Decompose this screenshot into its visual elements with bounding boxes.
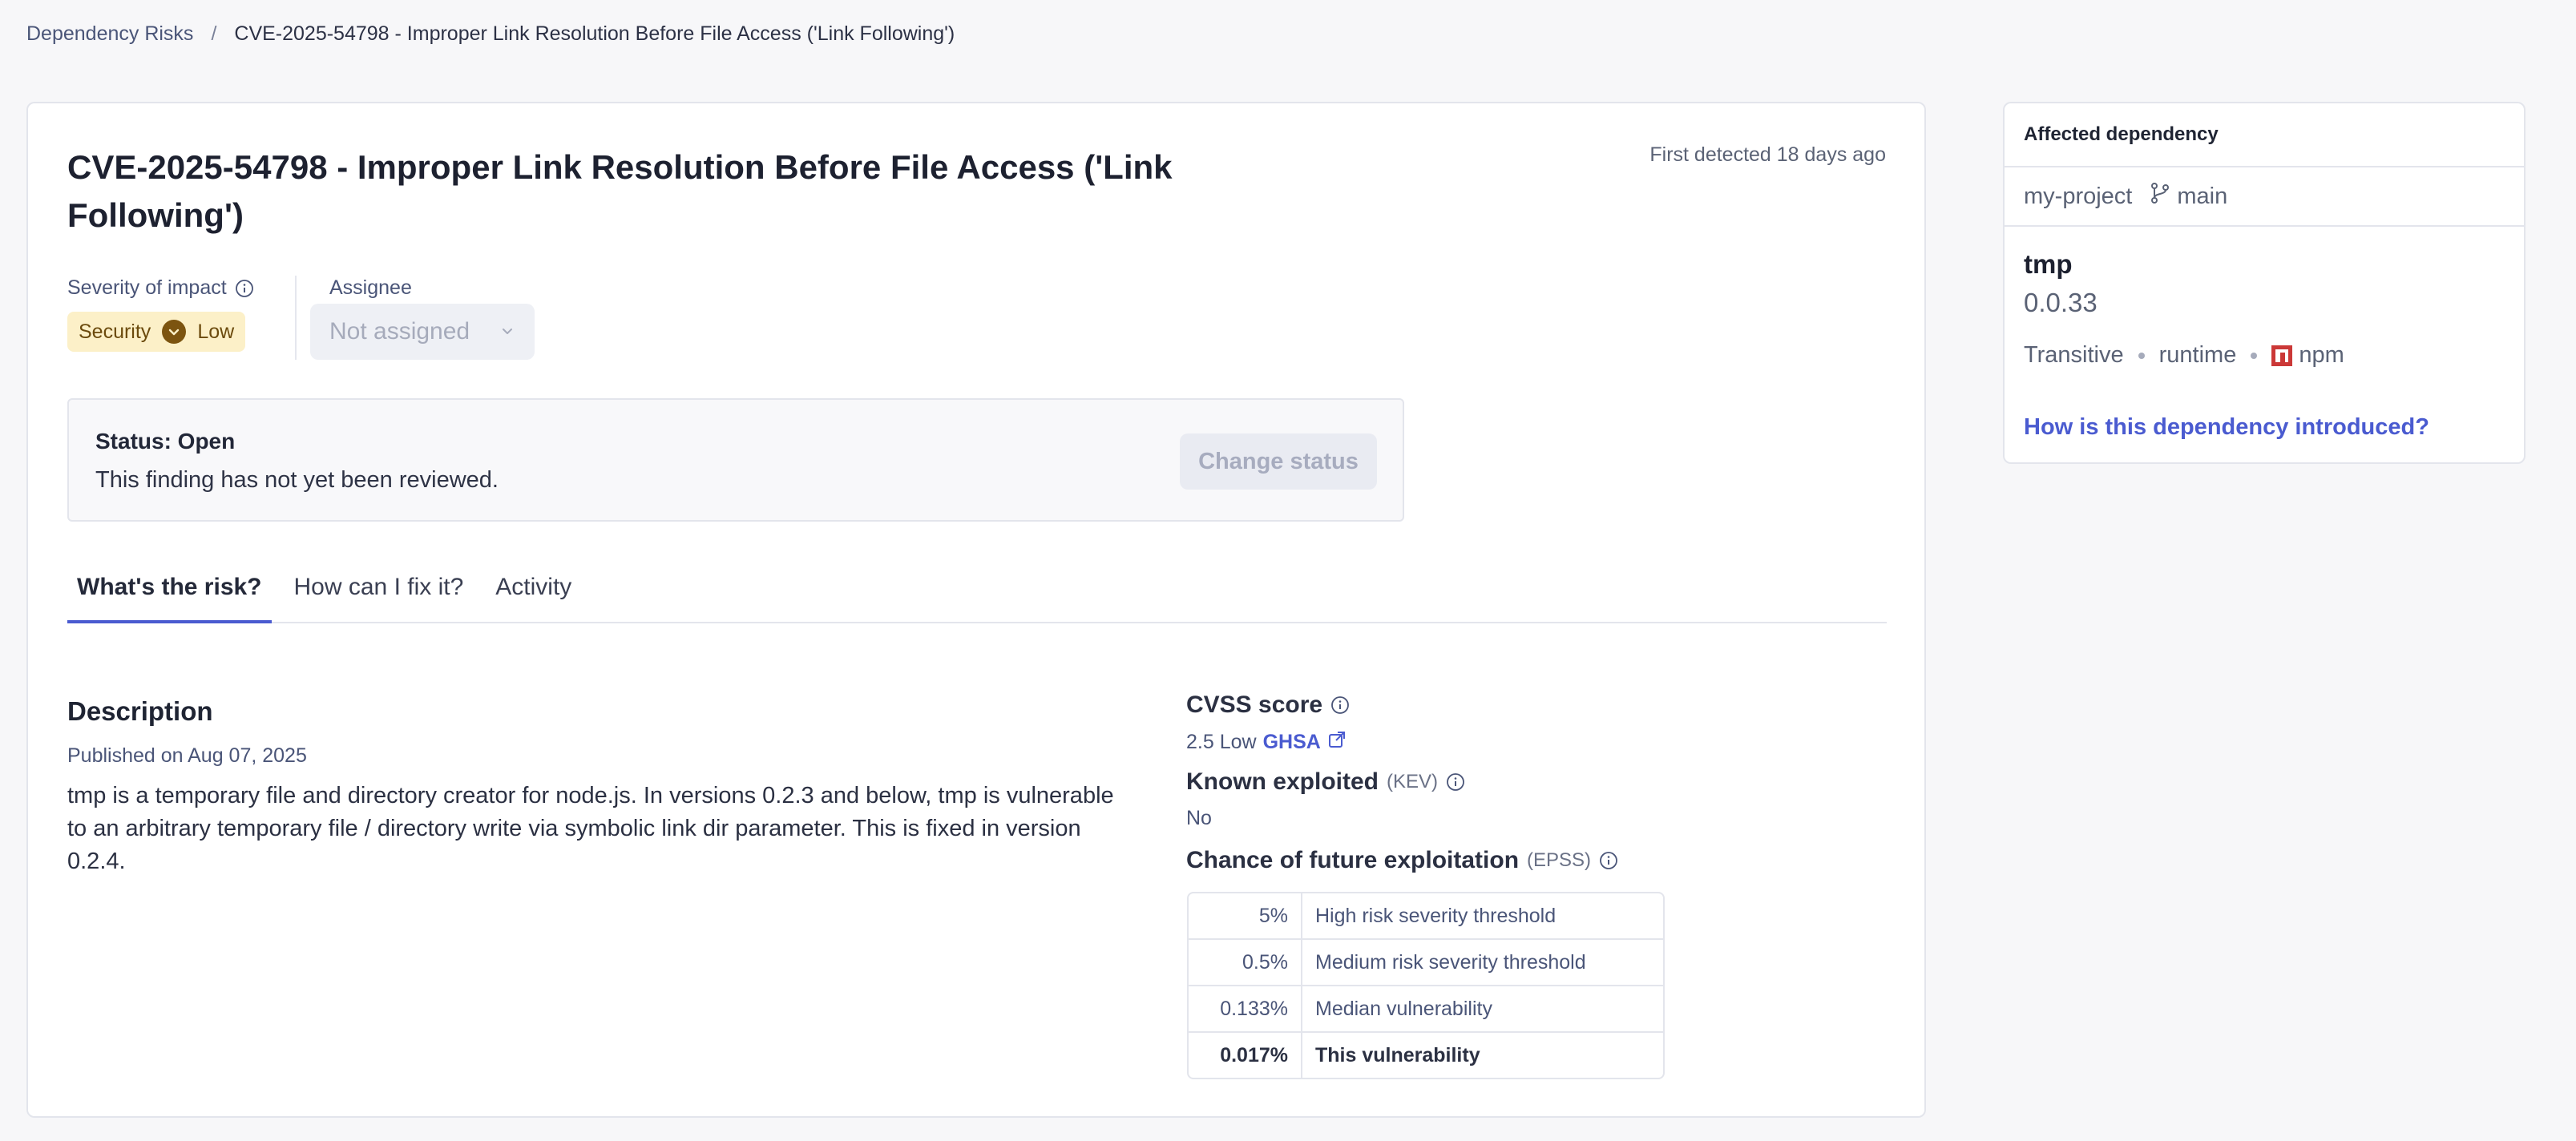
- table-row: 0.017% This vulnerability: [1189, 1033, 1663, 1078]
- table-row: 0.5% Medium risk severity threshold: [1189, 940, 1663, 986]
- change-status-button[interactable]: Change status: [1180, 433, 1377, 490]
- finding-card: CVE-2025-54798 - Improper Link Resolutio…: [26, 102, 1926, 1118]
- epss-pct: 0.133%: [1189, 986, 1302, 1033]
- tab-whats-the-risk[interactable]: What's the risk?: [67, 552, 272, 623]
- npm-icon: [2271, 345, 2293, 366]
- git-branch-icon: [2150, 182, 2170, 211]
- dependency-scope: runtime: [2158, 342, 2237, 368]
- description-body: tmp is a temporary file and directory cr…: [67, 783, 1114, 874]
- description-heading: Description: [67, 696, 213, 726]
- branch: main: [2150, 182, 2227, 211]
- epss-pct: 0.017%: [1189, 1033, 1302, 1078]
- epss-heading: Chance of future exploitation: [1186, 847, 1520, 873]
- cvss-value: 2.5 Low: [1186, 731, 1257, 753]
- affected-dependency-card: Affected dependency my-project main tmp …: [2003, 102, 2526, 464]
- epss-table: 5% High risk severity threshold 0.5% Med…: [1187, 892, 1665, 1079]
- epss-pct: 5%: [1189, 893, 1302, 940]
- cvss-heading: CVSS score: [1186, 691, 1323, 718]
- epss-label: Median vulnerability: [1302, 986, 1663, 1033]
- published-date: Published on Aug 07, 2025: [67, 744, 307, 767]
- kev-sub: (KEV): [1387, 771, 1439, 792]
- severity-category: Security: [79, 320, 151, 343]
- dependency-type: Transitive: [2024, 342, 2124, 368]
- assignee-select[interactable]: Not assigned: [310, 304, 535, 360]
- project-name[interactable]: my-project: [2024, 183, 2132, 210]
- status-title: Status: Open: [95, 429, 236, 454]
- page-title: CVE-2025-54798 - Improper Link Resolutio…: [67, 148, 1173, 234]
- epss-label: Medium risk severity threshold: [1302, 940, 1663, 986]
- breadcrumb: Dependency Risks / CVE-2025-54798 - Impr…: [26, 22, 955, 46]
- affected-dependency-heading: Affected dependency: [2005, 103, 2524, 167]
- info-icon[interactable]: [1446, 772, 1465, 792]
- assignee-value: Not assigned: [329, 318, 470, 345]
- ecosystem: npm: [2271, 342, 2344, 369]
- table-row: 5% High risk severity threshold: [1189, 893, 1663, 940]
- branch-name: main: [2177, 183, 2228, 209]
- tab-how-can-i-fix-it[interactable]: How can I fix it?: [285, 552, 474, 622]
- severity-assignee-divider: [295, 276, 297, 360]
- bullet-separator: [2138, 352, 2145, 359]
- severity-label-text: Severity of impact: [67, 276, 227, 299]
- breadcrumb-current: CVE-2025-54798 - Improper Link Resolutio…: [234, 22, 955, 45]
- epss-label: This vulnerability: [1315, 1043, 1480, 1066]
- severity-level: Low: [197, 320, 235, 343]
- first-detected-text: First detected 18 days ago: [1649, 143, 1886, 166]
- ghsa-link[interactable]: GHSA: [1263, 731, 1321, 754]
- chevron-down-icon: [499, 318, 515, 345]
- breadcrumb-separator: /: [211, 22, 217, 45]
- package-name: tmp: [2024, 249, 2073, 279]
- breadcrumb-dependency-risks-link[interactable]: Dependency Risks: [26, 22, 193, 46]
- assignee-label: Assignee: [329, 276, 412, 299]
- cvss-block: CVSS score 2.5 Low GHSA: [1186, 691, 1350, 755]
- severity-label: Severity of impact: [67, 276, 254, 300]
- project-row: my-project main: [2005, 167, 2524, 227]
- status-description: This finding has not yet been reviewed.: [95, 467, 499, 493]
- table-row: 0.133% Median vulnerability: [1189, 986, 1663, 1033]
- epss-pct: 0.5%: [1189, 940, 1302, 986]
- info-icon[interactable]: [1330, 695, 1350, 715]
- kev-block: Known exploited (KEV) No: [1186, 768, 1465, 830]
- dependency-introduced-link[interactable]: How is this dependency introduced?: [2024, 414, 2429, 441]
- ecosystem-name: npm: [2299, 342, 2344, 368]
- epss-sub: (EPSS): [1527, 849, 1592, 871]
- package-version: 0.0.33: [2024, 288, 2098, 317]
- chevron-down-circle-icon: [162, 320, 187, 344]
- info-icon[interactable]: [1599, 851, 1618, 870]
- package-meta: Transitive runtime npm: [2024, 342, 2344, 369]
- severity-badge: Security Low: [67, 312, 246, 352]
- kev-value: No: [1186, 807, 1212, 829]
- epss-label: High risk severity threshold: [1302, 893, 1663, 940]
- status-box: Status: Open This finding has not yet be…: [67, 398, 1404, 522]
- epss-block: Chance of future exploitation (EPSS): [1186, 847, 1618, 874]
- bullet-separator: [2251, 352, 2258, 359]
- tab-bar: What's the risk? How can I fix it? Activ…: [67, 552, 1887, 623]
- kev-heading: Known exploited: [1186, 768, 1379, 795]
- external-link-icon[interactable]: [1327, 730, 1347, 755]
- info-icon[interactable]: [235, 279, 254, 298]
- tab-activity[interactable]: Activity: [486, 552, 581, 622]
